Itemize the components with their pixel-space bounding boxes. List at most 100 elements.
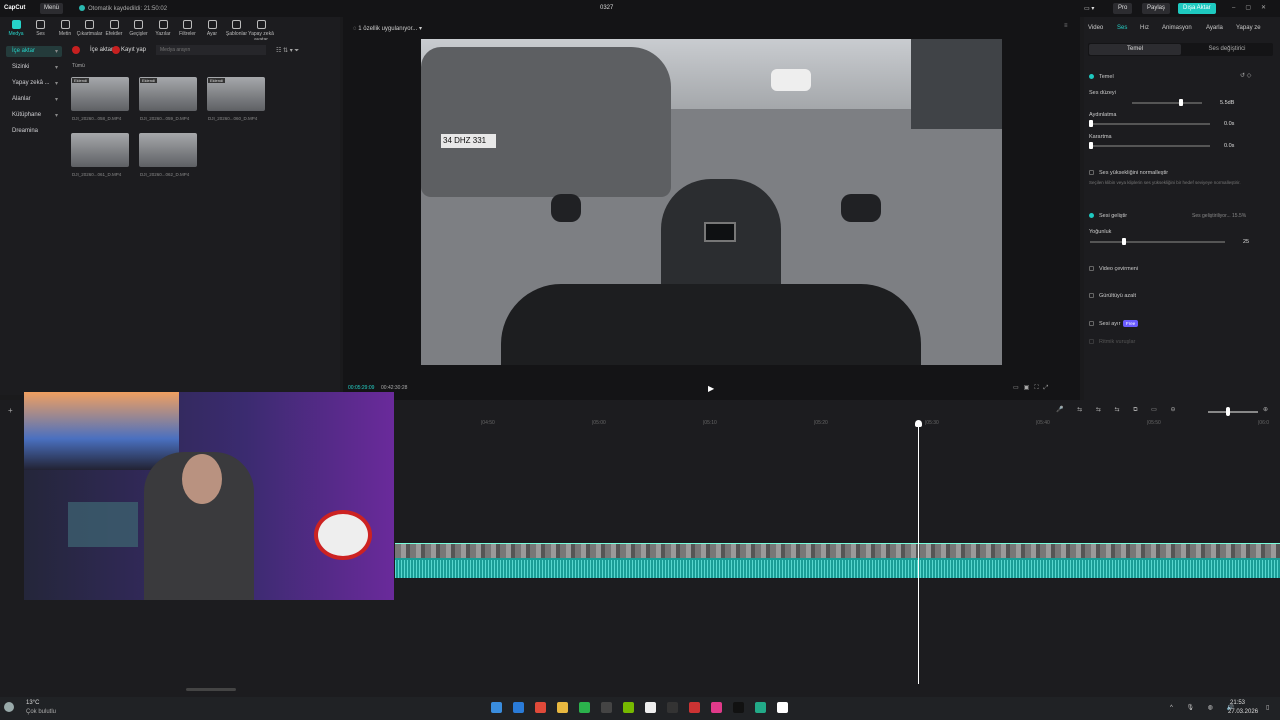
tool-2[interactable]: Metin: [52, 20, 78, 37]
view-icon[interactable]: ☷ ⇅ ▾ ⏷: [276, 47, 299, 55]
add-track-icon[interactable]: +: [8, 406, 13, 415]
media-toolbar: Medya Ses Metin Çıkartmalar Efektler Geçişler…: [0, 17, 340, 43]
separate-checkbox[interactable]: [1089, 321, 1094, 326]
reset-icon[interactable]: ↺ ◇: [1240, 72, 1251, 79]
tool-7[interactable]: Filtreler: [175, 20, 201, 37]
media-search-input[interactable]: [156, 45, 266, 55]
clip-thumbnails: [395, 544, 1280, 558]
tool-6[interactable]: Yazılar: [150, 20, 176, 37]
taskbar-app-icon[interactable]: [689, 702, 700, 713]
record-button[interactable]: Kayıt yap: [121, 47, 146, 53]
taskbar-app-icon[interactable]: [491, 702, 502, 713]
tab-0[interactable]: Video: [1088, 25, 1103, 31]
playhead-handle[interactable]: [915, 420, 922, 427]
helmet: [314, 510, 372, 560]
tool-9[interactable]: Şablonlar: [224, 20, 250, 37]
media-thumbnail[interactable]: Eklendi: [139, 77, 197, 111]
taskbar-app-icon[interactable]: [601, 702, 612, 713]
import-label[interactable]: İçe aktar: [90, 47, 113, 53]
timeline-tools-icon[interactable]: 🎤 ⇆ ⇆ ⇆ ⧉ ▭ ⊖: [1056, 406, 1182, 414]
tool-0[interactable]: Medya: [3, 20, 29, 37]
export-button[interactable]: Dışa Aktar: [1178, 3, 1216, 14]
time-ruler[interactable]: |04:50 |05:00 |05:10 |05:20 |05:30 |05:40 |05:…: [395, 420, 1280, 430]
aquarium: [68, 502, 138, 547]
taskbar-app-icon[interactable]: [645, 702, 656, 713]
fadein-value[interactable]: 0.0s: [1224, 121, 1234, 127]
taskbar-app-icon[interactable]: [755, 702, 766, 713]
tab-3[interactable]: Animasyon: [1162, 25, 1192, 31]
taskbar-app-icon[interactable]: [623, 702, 634, 713]
fadein-slider[interactable]: [1090, 123, 1210, 125]
nav-item-2[interactable]: Yapay zekâ ... ▾: [6, 78, 62, 89]
chevron-down-icon: ▾: [54, 65, 58, 71]
intensity-slider[interactable]: [1090, 241, 1225, 243]
basic-toggle[interactable]: [1089, 74, 1094, 79]
intensity-label: Yoğunluk: [1089, 229, 1112, 235]
fadeout-slider[interactable]: [1090, 145, 1210, 147]
preview-menu-icon[interactable]: ≡: [1064, 23, 1068, 29]
video-frame[interactable]: 34 DHZ 331: [421, 39, 1002, 365]
translate-checkbox[interactable]: [1089, 266, 1094, 271]
volume-slider[interactable]: [1132, 102, 1202, 104]
zoom-slider[interactable]: [1208, 411, 1258, 413]
tool-3[interactable]: Çıkartmalar: [77, 20, 103, 37]
nav-item-5[interactable]: Dreamina: [6, 126, 62, 137]
weather-icon[interactable]: [4, 702, 14, 712]
taskbar-app-icon[interactable]: [557, 702, 568, 713]
taskbar-app-icon[interactable]: [535, 702, 546, 713]
menu-button[interactable]: Menü: [40, 3, 64, 14]
noise-checkbox[interactable]: [1089, 293, 1094, 298]
timeline-scrollbar[interactable]: [186, 688, 236, 691]
tool-1[interactable]: Ses: [28, 20, 54, 37]
taskbar-app-icon[interactable]: [513, 702, 524, 713]
beat-checkbox[interactable]: [1089, 339, 1094, 344]
total-time: 00:42:30:28: [381, 385, 408, 391]
pro-button[interactable]: Pro: [1113, 3, 1133, 14]
nav-item-3[interactable]: Alanlar ▾: [6, 94, 62, 105]
tool-8[interactable]: Ayar: [199, 20, 225, 37]
intensity-value[interactable]: 25: [1243, 239, 1249, 245]
zoom-in-icon[interactable]: ⊕: [1263, 406, 1268, 413]
tab-2[interactable]: Hız: [1140, 25, 1149, 31]
intensity-knob[interactable]: [1122, 238, 1126, 245]
playhead[interactable]: [918, 422, 919, 684]
tool-4[interactable]: Efektler: [101, 20, 127, 37]
taskbar-app-icon[interactable]: [579, 702, 590, 713]
taskbar-app-icon[interactable]: [667, 702, 678, 713]
ruler-tick: |05:30: [925, 420, 939, 426]
taskbar-app-icon[interactable]: [733, 702, 744, 713]
media-thumbnail[interactable]: [139, 133, 197, 167]
tab-basic[interactable]: Temel: [1089, 44, 1181, 55]
tab-voice-changer[interactable]: Ses değiştirici: [1181, 46, 1273, 52]
nav-item-1[interactable]: Sizinki ▾: [6, 62, 62, 73]
volume-knob[interactable]: [1179, 99, 1183, 106]
notification-icon[interactable]: ▯: [1266, 704, 1269, 711]
fadeout-value[interactable]: 0.0s: [1224, 143, 1234, 149]
normalize-checkbox[interactable]: [1089, 170, 1094, 175]
media-thumbnail[interactable]: Eklendi: [207, 77, 265, 111]
video-clip-track[interactable]: [395, 543, 1280, 578]
preview-controls-icon[interactable]: ▭▣⛶⤢: [1013, 384, 1053, 392]
enhance-toggle[interactable]: [1089, 213, 1094, 218]
record-dot-icon: [72, 46, 80, 54]
nav-item-4[interactable]: Kütüphane ▾: [6, 110, 62, 121]
play-icon[interactable]: ▶: [708, 384, 714, 393]
media-thumbnail[interactable]: Eklendi: [71, 77, 129, 111]
fadeout-knob[interactable]: [1089, 142, 1093, 149]
tab-4[interactable]: Ayarla: [1206, 25, 1223, 31]
taskbar-app-icon[interactable]: [711, 702, 722, 713]
zoom-knob[interactable]: [1226, 407, 1230, 416]
nav-item-0[interactable]: İçe aktar ▾: [6, 46, 62, 57]
media-thumbnail[interactable]: [71, 133, 129, 167]
tool-5[interactable]: Geçişler: [126, 20, 152, 37]
share-button[interactable]: Paylaş: [1142, 3, 1171, 14]
volume-value[interactable]: 5.5dB: [1220, 100, 1234, 106]
tab-5[interactable]: Yapay ze: [1236, 25, 1261, 31]
window-controls[interactable]: –▢✕: [1232, 4, 1276, 11]
right-mirror: [841, 194, 881, 222]
layout-icon[interactable]: ▭ ▾: [1079, 3, 1109, 14]
tab-1[interactable]: Ses: [1117, 25, 1127, 31]
filter-all[interactable]: Tümü: [72, 63, 85, 69]
taskbar-app-icon[interactable]: [777, 702, 788, 713]
fadein-knob[interactable]: [1089, 120, 1093, 127]
